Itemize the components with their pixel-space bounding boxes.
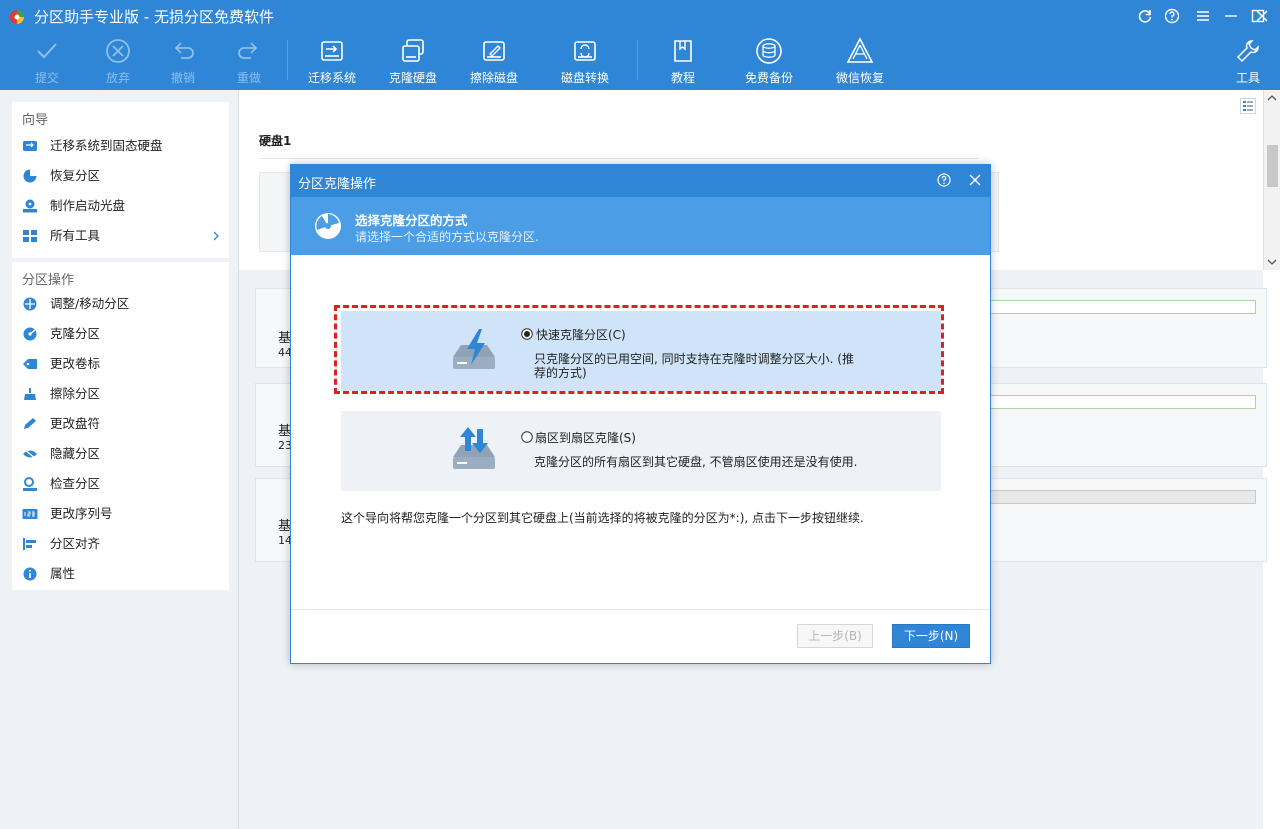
wizard-panel-title: 向导 <box>22 113 49 128</box>
dialog-heading: 选择克隆分区的方式 <box>355 213 468 228</box>
redo-icon <box>238 42 258 59</box>
highlight-dashed-box <box>334 305 944 394</box>
view-toggle-icon[interactable] <box>1240 98 1256 114</box>
dialog-footer-divider <box>291 609 990 610</box>
prev-button[interactable]: 上一步(B) <box>797 624 873 648</box>
sector-clone-label[interactable]: 扇区到扇区克隆(S) <box>535 429 636 446</box>
partition-bar <box>988 490 1256 504</box>
clone-wizard-icon <box>315 213 341 239</box>
wechat-recover-icon <box>846 37 874 63</box>
label-tag-icon <box>23 359 37 369</box>
sidebar-item-properties[interactable]: 属性 <box>22 562 222 586</box>
dialog-close-icon[interactable] <box>968 173 982 187</box>
wipe-disk-icon <box>483 41 505 61</box>
partition-bar <box>988 395 1256 409</box>
undo-icon <box>174 42 194 59</box>
partition-bar <box>988 300 1256 314</box>
toolbar-divider <box>637 40 638 80</box>
chevron-right-icon <box>213 231 219 241</box>
menu-icon[interactable] <box>1193 6 1213 26</box>
scroll-up-icon[interactable] <box>1267 94 1277 102</box>
sidebar-item-check-partition[interactable]: 检查分区 <box>22 472 222 496</box>
hide-eye-icon <box>23 448 37 460</box>
partition-ops-panel: 分区操作 调整/移动分区 克隆分区 更改卷标 擦除分区 更改盘符 隐藏分区 检查… <box>12 262 229 590</box>
scrollbar-thumb[interactable] <box>1267 145 1278 187</box>
pencil-icon <box>24 418 36 429</box>
migrate-os-button[interactable]: 迁移系统 <box>292 36 372 88</box>
wechat-recover-button[interactable]: 微信恢复 <box>820 36 900 88</box>
backup-icon <box>756 38 782 64</box>
dialog-subheading: 请选择一个合适的方式以克隆分区. <box>355 230 539 244</box>
wizard-panel: 向导 迁移系统到固态硬盘 恢复分区 制作启动光盘 所有工具 <box>12 102 229 258</box>
wizard-note: 这个导向将帮您克隆一个分区到其它硬盘上(当前选择的将被克隆的分区为*:), 点击… <box>341 511 864 525</box>
migrate-ssd-icon <box>23 141 37 151</box>
sidebar-item-change-serial[interactable]: 更改序列号 <box>22 502 222 526</box>
discard-icon <box>106 39 130 63</box>
sidebar-item-change-drive-letter[interactable]: 更改盘符 <box>22 412 222 436</box>
dialog-title-bar: 分区克隆操作 <box>291 165 990 197</box>
serial-number-icon <box>22 509 38 519</box>
toolbar-divider <box>287 40 288 80</box>
sidebar-item-recover-partition[interactable]: 恢复分区 <box>22 164 222 188</box>
sector-clone-desc: 克隆分区的所有扇区到其它硬盘, 不管扇区使用还是没有使用. <box>534 455 858 469</box>
bootable-media-icon <box>23 199 37 213</box>
sidebar-item-wipe-partition[interactable]: 擦除分区 <box>22 382 222 406</box>
refresh-icon[interactable] <box>1135 6 1155 26</box>
dialog-header: 选择克隆分区的方式 请选择一个合适的方式以克隆分区. <box>291 197 990 255</box>
all-tools-icon <box>23 230 37 242</box>
sidebar-item-hide-partition[interactable]: 隐藏分区 <box>22 442 222 466</box>
sidebar: 向导 迁移系统到固态硬盘 恢复分区 制作启动光盘 所有工具 分区操作 调整/移动… <box>0 90 239 829</box>
check-partition-icon <box>23 477 37 491</box>
tools-icon <box>1236 40 1259 63</box>
scroll-down-icon[interactable] <box>1267 258 1277 266</box>
tutorial-button[interactable]: 教程 <box>643 36 723 88</box>
sidebar-item-all-tools[interactable]: 所有工具 <box>22 224 222 248</box>
sidebar-item-bootable-media[interactable]: 制作启动光盘 <box>22 194 222 218</box>
check-icon <box>37 43 57 59</box>
sidebar-item-align-partition[interactable]: 分区对齐 <box>22 532 222 556</box>
dialog-help-icon[interactable] <box>937 173 951 187</box>
tutorial-icon <box>674 40 692 62</box>
clone-disk-button[interactable]: 克隆硬盘 <box>373 36 453 88</box>
redo-button[interactable]: 重做 <box>209 36 289 88</box>
clone-partition-icon <box>23 327 37 341</box>
sidebar-item-resize-move[interactable]: 调整/移动分区 <box>22 292 222 316</box>
help-icon[interactable] <box>1162 6 1182 26</box>
clone-disk-icon <box>402 39 424 62</box>
sidebar-item-migrate-ssd[interactable]: 迁移系统到固态硬盘 <box>22 134 222 158</box>
dialog-title: 分区克隆操作 <box>298 177 377 192</box>
title-bar: 分区助手专业版 - 无损分区免费软件 提交 放弃 撤销 重做 迁移系统 克隆硬盘… <box>0 0 1280 90</box>
sector-clone-option[interactable]: 扇区到扇区克隆(S) 克隆分区的所有扇区到其它硬盘, 不管扇区使用还是没有使用. <box>341 411 941 491</box>
maximize-icon[interactable] <box>1224 6 1265 26</box>
info-icon <box>23 567 37 581</box>
free-backup-button[interactable]: 免费备份 <box>729 36 809 88</box>
recover-partition-icon <box>23 169 37 183</box>
sidebar-item-clone-partition[interactable]: 克隆分区 <box>22 322 222 346</box>
resize-move-icon <box>23 297 37 311</box>
wipe-partition-icon <box>24 388 36 400</box>
disk-convert-button[interactable]: 磁盘转换 <box>545 36 625 88</box>
migrate-os-icon <box>321 41 343 61</box>
sector-clone-icon <box>453 427 495 469</box>
app-logo-icon <box>10 10 24 24</box>
partition-ops-title: 分区操作 <box>22 273 75 288</box>
disk-convert-icon <box>574 41 596 61</box>
radio-unselected-icon[interactable] <box>521 431 533 443</box>
next-button[interactable]: 下一步(N) <box>892 624 970 648</box>
tools-button[interactable]: 工具 <box>1208 36 1280 88</box>
sidebar-item-change-label[interactable]: 更改卷标 <box>22 352 222 376</box>
app-title: 分区助手专业版 - 无损分区免费软件 <box>34 8 274 26</box>
commit-button[interactable]: 提交 <box>7 36 87 88</box>
clone-partition-dialog: 分区克隆操作 选择克隆分区的方式 请选择一个合适的方式以克隆分区. 快速克隆分区… <box>290 164 991 664</box>
disk-header-divider <box>259 158 979 159</box>
disk-header: 硬盘1 <box>259 134 292 148</box>
close-icon[interactable] <box>1252 6 1272 26</box>
vertical-scrollbar[interactable] <box>1263 90 1280 270</box>
wipe-disk-button[interactable]: 擦除磁盘 <box>454 36 534 88</box>
align-icon <box>23 538 36 550</box>
